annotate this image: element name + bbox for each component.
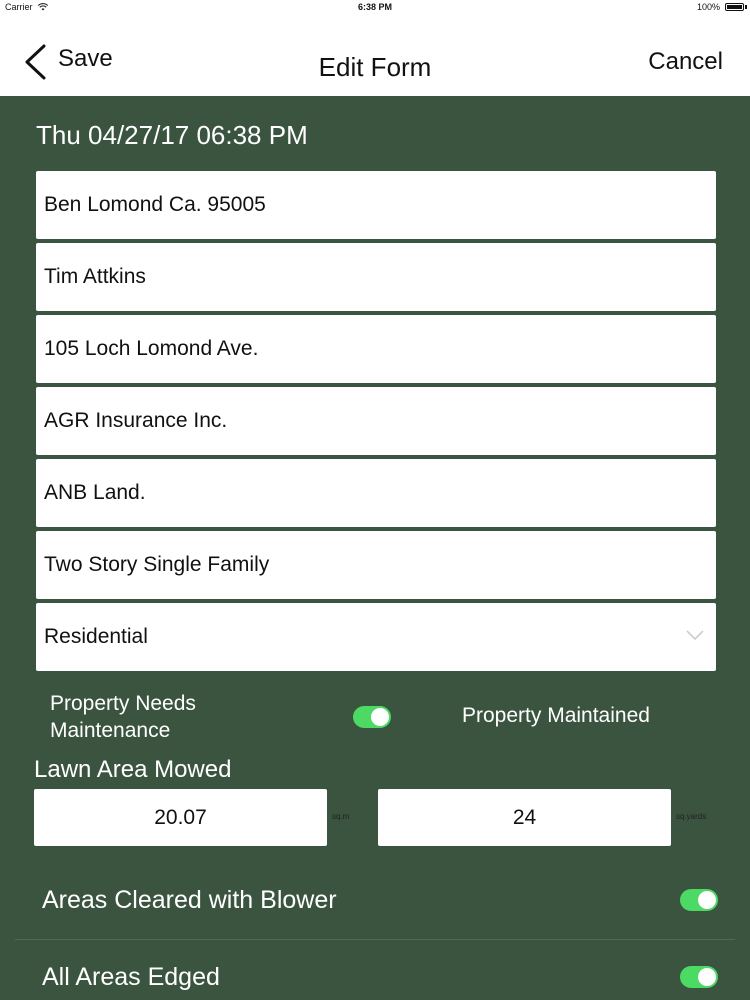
sq-yards-unit: sq.yards xyxy=(676,812,707,821)
insurance-field[interactable]: AGR Insurance Inc. xyxy=(36,387,716,455)
property-description-value: Two Story Single Family xyxy=(44,553,270,576)
form-area: Thu 04/27/17 06:38 PM Ben Lomond Ca. 950… xyxy=(0,96,750,1000)
edged-toggle[interactable] xyxy=(680,966,718,988)
lawn-area-title: Lawn Area Mowed xyxy=(34,756,232,783)
property-type-value: Residential xyxy=(44,625,148,648)
sq-m-input[interactable]: 20.07 xyxy=(34,789,327,846)
battery-icon xyxy=(725,3,744,11)
status-bar: Carrier 6:38 PM 100% xyxy=(0,0,750,16)
location-value: Ben Lomond Ca. 95005 xyxy=(44,193,266,216)
blower-label: Areas Cleared with Blower xyxy=(42,886,337,914)
row-divider xyxy=(15,939,735,940)
battery-percent: 100% xyxy=(696,2,720,12)
battery-tip xyxy=(745,5,747,9)
edit-form-screen: Carrier 6:38 PM 100% Save Edit Form Canc… xyxy=(0,0,750,1000)
chevron-down-icon xyxy=(686,630,704,641)
sq-yards-value: 24 xyxy=(512,805,537,829)
sq-yards-input[interactable]: 24 xyxy=(378,789,671,846)
page-title: Edit Form xyxy=(318,52,432,82)
property-type-select[interactable]: Residential xyxy=(36,603,716,671)
toggle-knob xyxy=(698,968,716,986)
owner-value: ANB Land. xyxy=(44,481,146,504)
form-date: Thu 04/27/17 06:38 PM xyxy=(36,120,308,150)
client-name-field[interactable]: Tim Attkins xyxy=(36,243,716,311)
sq-m-unit: sq.m xyxy=(332,812,350,821)
sq-m-value: 20.07 xyxy=(154,805,207,829)
needs-maintenance-label: Property Needs Maintenance xyxy=(50,692,196,742)
address-value: 105 Loch Lomond Ave. xyxy=(44,337,259,360)
property-description-field[interactable]: Two Story Single Family xyxy=(36,531,716,599)
cancel-button[interactable]: Cancel xyxy=(648,48,723,76)
owner-field[interactable]: ANB Land. xyxy=(36,459,716,527)
navigation-bar: Save Edit Form Cancel xyxy=(0,16,750,96)
address-field[interactable]: 105 Loch Lomond Ave. xyxy=(36,315,716,383)
client-name-value: Tim Attkins xyxy=(44,265,146,288)
toggle-knob xyxy=(698,891,716,909)
insurance-value: AGR Insurance Inc. xyxy=(44,409,228,432)
location-field[interactable]: Ben Lomond Ca. 95005 xyxy=(36,171,716,239)
maintenance-toggle[interactable] xyxy=(353,706,391,728)
blower-toggle[interactable] xyxy=(680,889,718,911)
toggle-knob xyxy=(371,708,389,726)
edged-label: All Areas Edged xyxy=(42,963,220,991)
property-maintained-label: Property Maintained xyxy=(462,704,650,727)
status-time: 6:38 PM xyxy=(357,2,392,12)
